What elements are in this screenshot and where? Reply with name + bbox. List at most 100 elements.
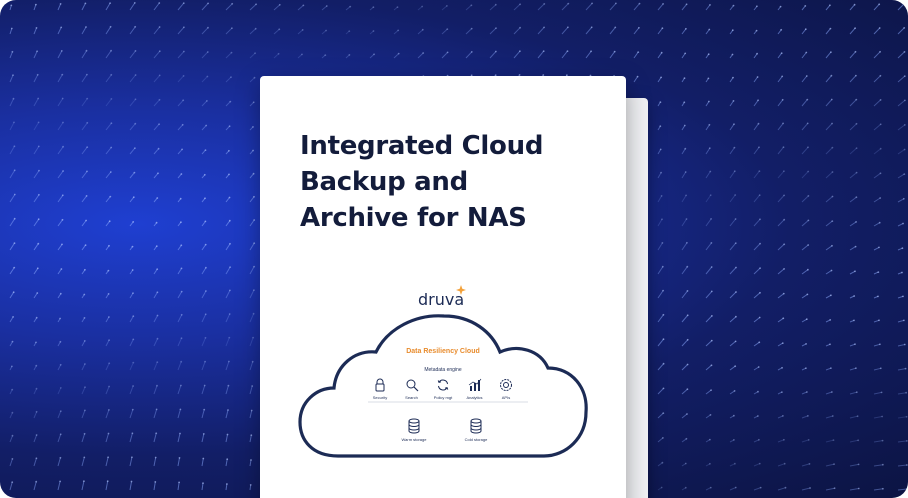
arrow-stroke <box>849 75 857 83</box>
arrow-stroke <box>177 2 185 11</box>
arrow-stroke <box>33 268 39 275</box>
arrow-tip <box>878 221 881 224</box>
arrow-tip <box>13 169 16 172</box>
arrow-stroke <box>9 122 15 131</box>
arrow-tip <box>422 52 425 54</box>
arrow-tip <box>158 26 161 28</box>
arrow-tip <box>686 363 689 366</box>
arrow-tip <box>11 388 14 391</box>
arrow-tip <box>807 219 810 222</box>
arrow-stroke <box>465 4 472 11</box>
arrow-stroke <box>57 170 64 179</box>
arrow-tip <box>204 243 207 246</box>
arrow-tip <box>519 50 521 53</box>
arrow-tip <box>807 439 810 441</box>
arrow-tip <box>373 53 375 56</box>
arrow-tip <box>230 76 232 78</box>
arrow-tip <box>106 480 109 483</box>
arrow-tip <box>204 149 207 152</box>
arrow-stroke <box>897 100 906 107</box>
arrow-tip <box>324 54 327 56</box>
arrow-stroke <box>897 75 906 83</box>
arrow-tip <box>494 3 497 6</box>
arrow-tip <box>684 171 687 173</box>
api-icon <box>500 379 512 391</box>
arrow-tip <box>809 487 811 489</box>
arrow-tip <box>446 51 449 54</box>
arrow-tip <box>879 197 882 199</box>
arrow-stroke <box>9 482 13 491</box>
arrow-stroke <box>273 28 280 35</box>
arrow-stroke <box>657 172 662 179</box>
arrow-stroke <box>849 367 857 371</box>
arrow-stroke <box>873 343 881 347</box>
arrow-stroke <box>105 171 112 179</box>
arrow-tip <box>228 196 231 199</box>
arrow-tip <box>38 193 40 196</box>
arrow-stroke <box>153 433 157 443</box>
arrow-stroke <box>153 2 160 11</box>
arrow-tip <box>709 486 712 489</box>
arrow-stroke <box>249 196 255 203</box>
arrow-tip <box>829 27 832 30</box>
arrow-tip <box>59 387 62 389</box>
arrow-stroke <box>81 98 88 107</box>
title-line-2: Backup and <box>300 167 468 197</box>
arrow-tip <box>158 98 161 101</box>
arrow-tip <box>107 456 109 459</box>
arrow-stroke <box>201 27 209 35</box>
arrow-stroke <box>129 385 134 395</box>
arrow-stroke <box>177 385 182 395</box>
arrow-tip <box>131 456 133 459</box>
arrow-tip <box>131 408 134 411</box>
arrow-tip <box>37 121 40 124</box>
storage-row: Warm storage Cold storage <box>400 418 490 442</box>
arrow-tip <box>202 482 204 484</box>
arrow-tip <box>134 25 137 28</box>
arrow-stroke <box>657 266 664 275</box>
arrow-stroke <box>57 434 62 443</box>
arrow-stroke <box>561 3 569 11</box>
arrow-tip <box>879 50 881 53</box>
arrow-tip <box>659 125 662 128</box>
arrow-tip <box>231 2 234 5</box>
arrow-stroke <box>897 392 907 395</box>
arrow-stroke <box>81 433 86 443</box>
arrow-tip <box>807 170 810 173</box>
arrow-stroke <box>633 76 639 83</box>
arrow-tip <box>228 313 231 315</box>
arrow-stroke <box>849 147 857 155</box>
arrow-tip <box>615 2 617 5</box>
arrow-tip <box>685 437 688 440</box>
arrow-tip <box>733 390 736 392</box>
arrow-tip <box>903 124 906 126</box>
arrow-stroke <box>153 385 158 395</box>
arrow-tip <box>226 433 229 436</box>
arrow-tip <box>230 51 233 54</box>
arrow-stroke <box>105 457 109 467</box>
arrow-stroke <box>9 435 13 443</box>
arrow-stroke <box>201 76 208 83</box>
arrow-tip <box>759 242 761 245</box>
feature-search: Search <box>398 378 426 400</box>
arrow-stroke <box>537 50 545 59</box>
arrow-tip <box>709 194 712 197</box>
arrow-tip <box>134 122 137 125</box>
arrow-tip <box>710 389 712 391</box>
arrow-tip <box>35 410 38 413</box>
arrow-tip <box>108 385 110 388</box>
arrow-stroke <box>609 27 616 35</box>
arrow-tip <box>879 343 881 346</box>
arrow-tip <box>83 293 86 296</box>
arrow-stroke <box>441 5 448 11</box>
arrow-tip <box>182 2 185 4</box>
arrow-tip <box>782 292 785 295</box>
arrow-tip <box>808 463 811 465</box>
arrow-stroke <box>153 172 159 179</box>
arrow-stroke <box>729 365 736 371</box>
arrow-tip <box>806 293 809 296</box>
arrow-tip <box>132 338 135 341</box>
arrow-tip <box>155 245 158 248</box>
arrow-stroke <box>249 3 257 11</box>
arrow-stroke <box>897 173 905 179</box>
